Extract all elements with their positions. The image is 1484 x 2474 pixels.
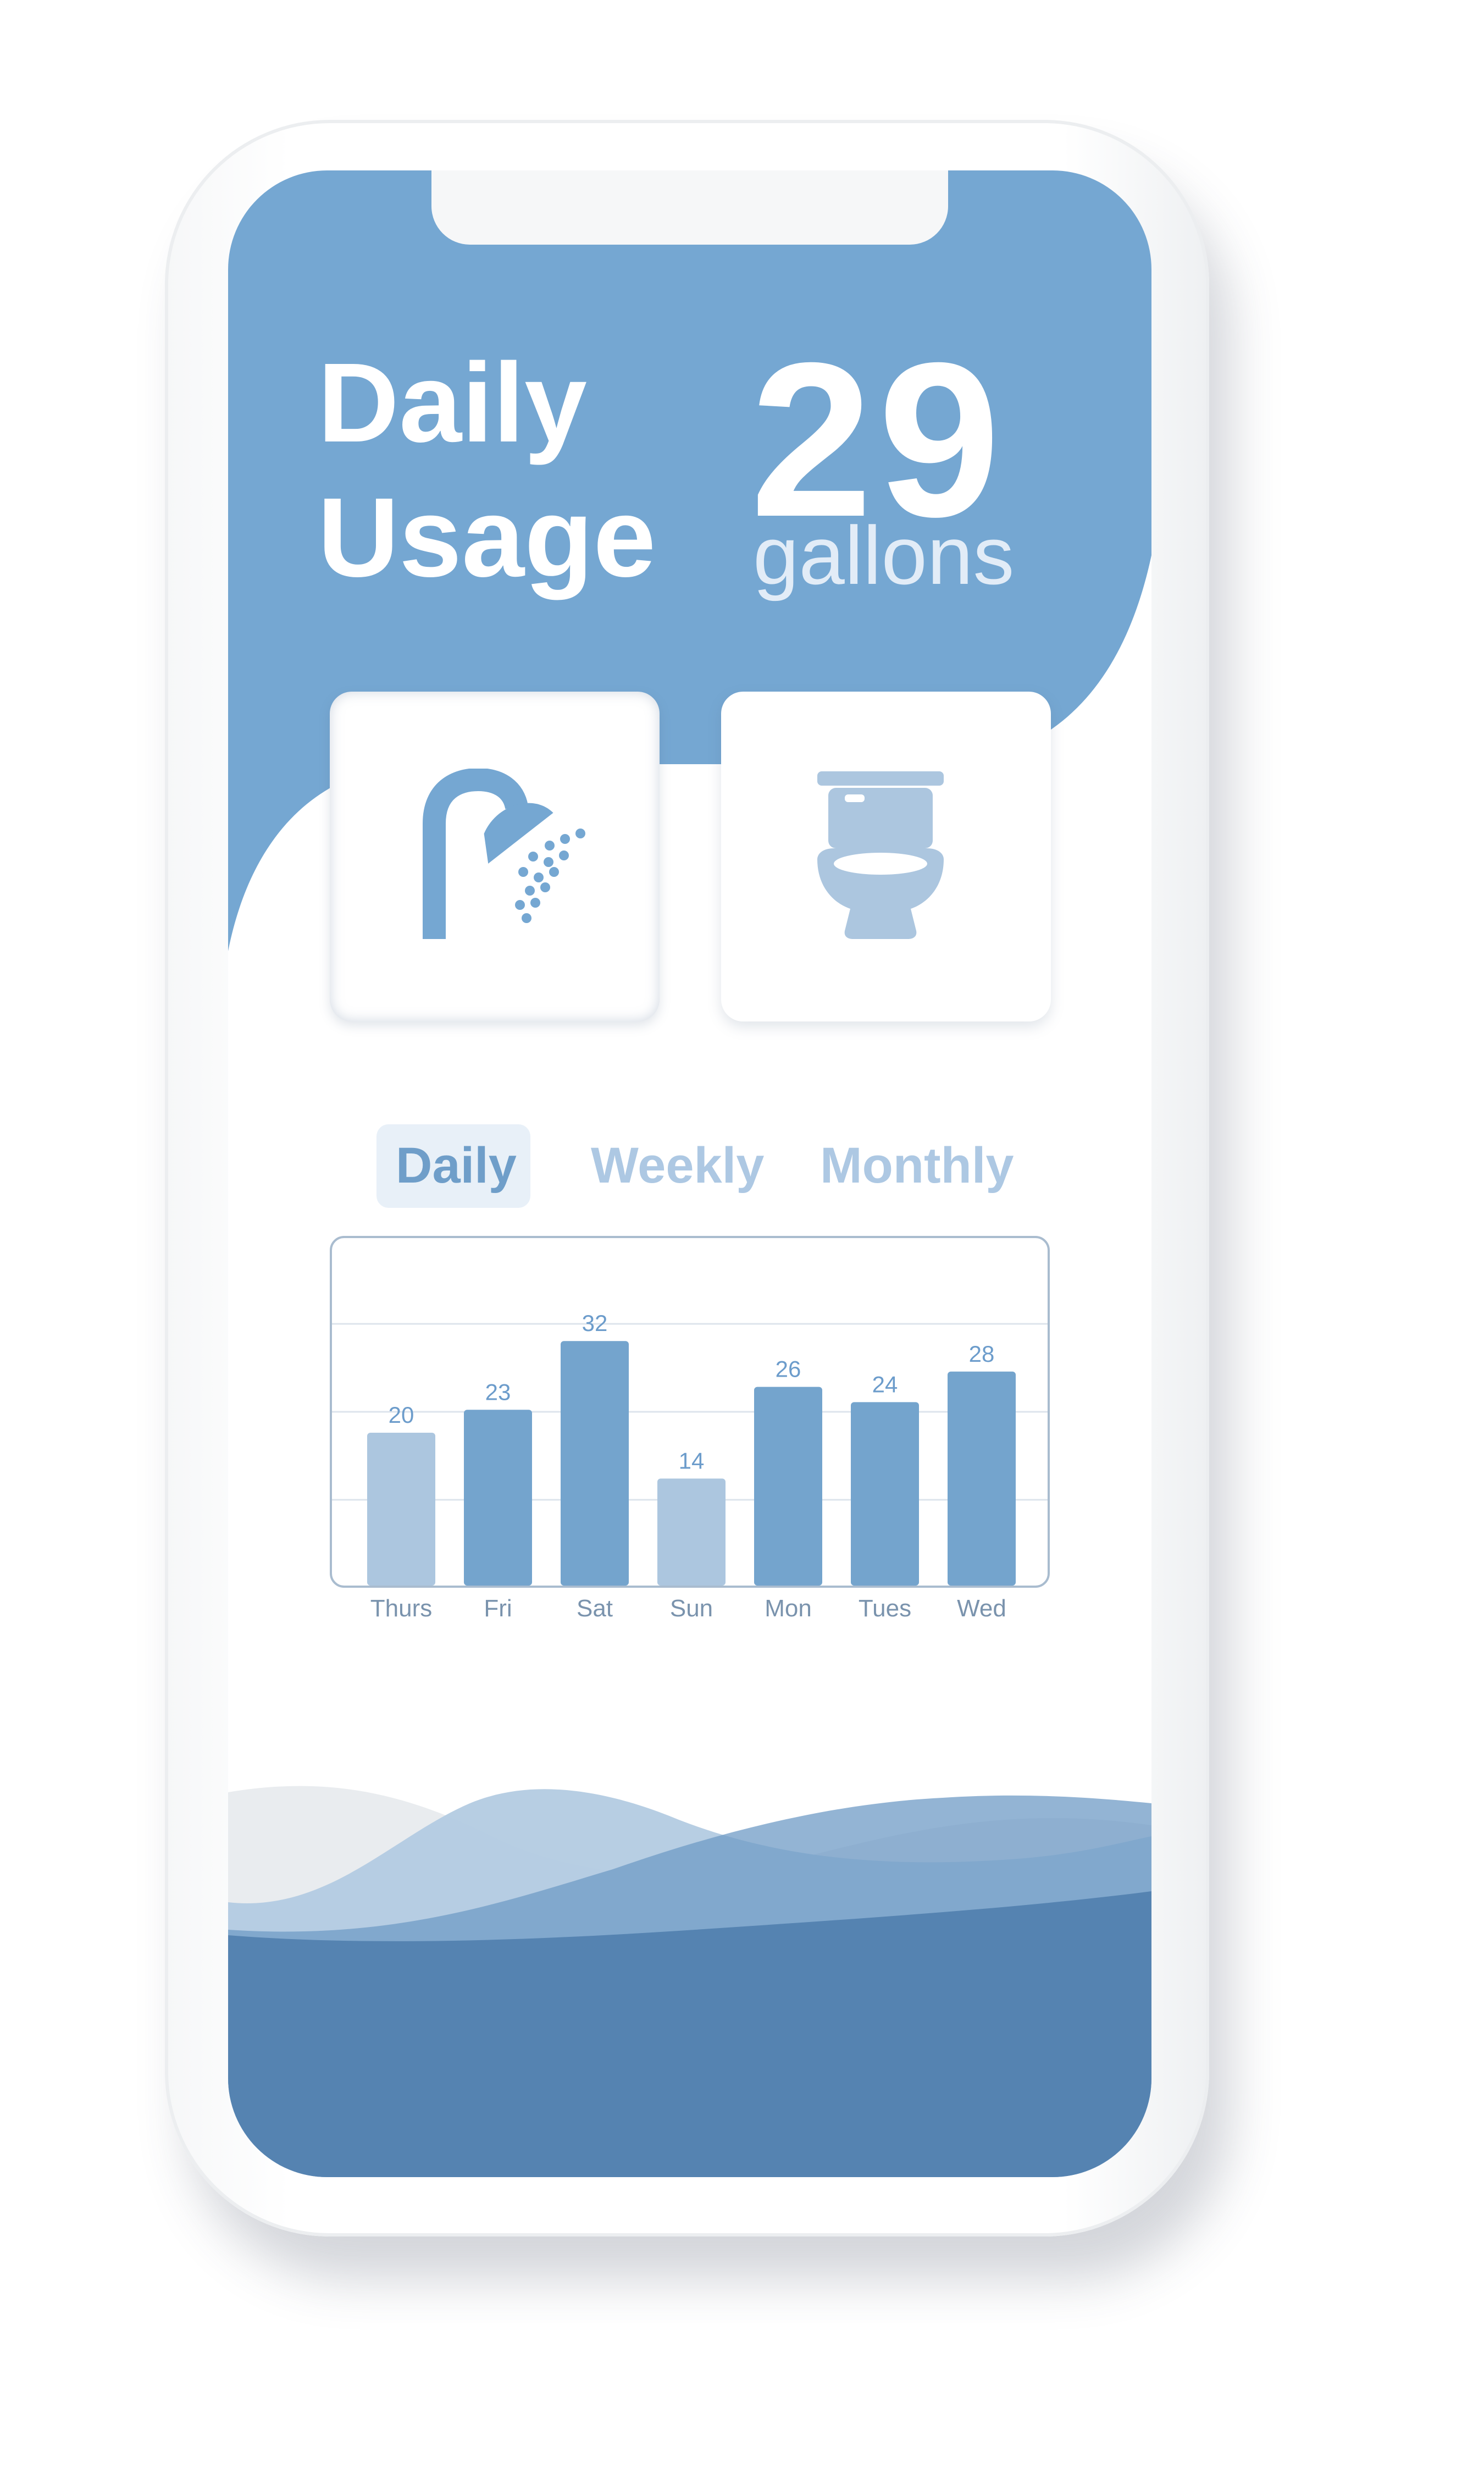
bar-wed[interactable]: [948, 1371, 1016, 1586]
bar-sat[interactable]: [561, 1341, 629, 1586]
usage-chart: 20 Thurs 23 Fri 32 Sat 14 Sun 26 Mon 24 Tues 28 Wed: [332, 1310, 1048, 1622]
bar-sun[interactable]: [657, 1478, 726, 1586]
bar-mon[interactable]: [754, 1387, 822, 1586]
bar-value-label: 14: [679, 1448, 705, 1473]
day-label: Sat: [577, 1595, 613, 1622]
bar-fri[interactable]: [464, 1410, 532, 1586]
day-label: Mon: [765, 1595, 812, 1622]
day-label: Wed: [957, 1595, 1006, 1622]
water-waves: [228, 1786, 1151, 2177]
day-label: Sun: [670, 1595, 713, 1622]
day-label: Fri: [484, 1595, 512, 1622]
bar-tues[interactable]: [851, 1402, 919, 1586]
day-label: Thurs: [370, 1595, 432, 1622]
bar-value-label: 24: [872, 1371, 898, 1397]
bar-value-label: 23: [485, 1379, 511, 1405]
bar-thurs[interactable]: [367, 1433, 435, 1586]
bar-value-label: 20: [389, 1402, 414, 1428]
bar-value-label: 26: [776, 1356, 801, 1382]
day-label: Tues: [859, 1595, 911, 1622]
bar-value-label: 28: [969, 1341, 995, 1367]
bar-value-label: 32: [582, 1310, 608, 1336]
stage: Daily Usage 29 gallons Daily Weekly Mont…: [0, 0, 1484, 2474]
